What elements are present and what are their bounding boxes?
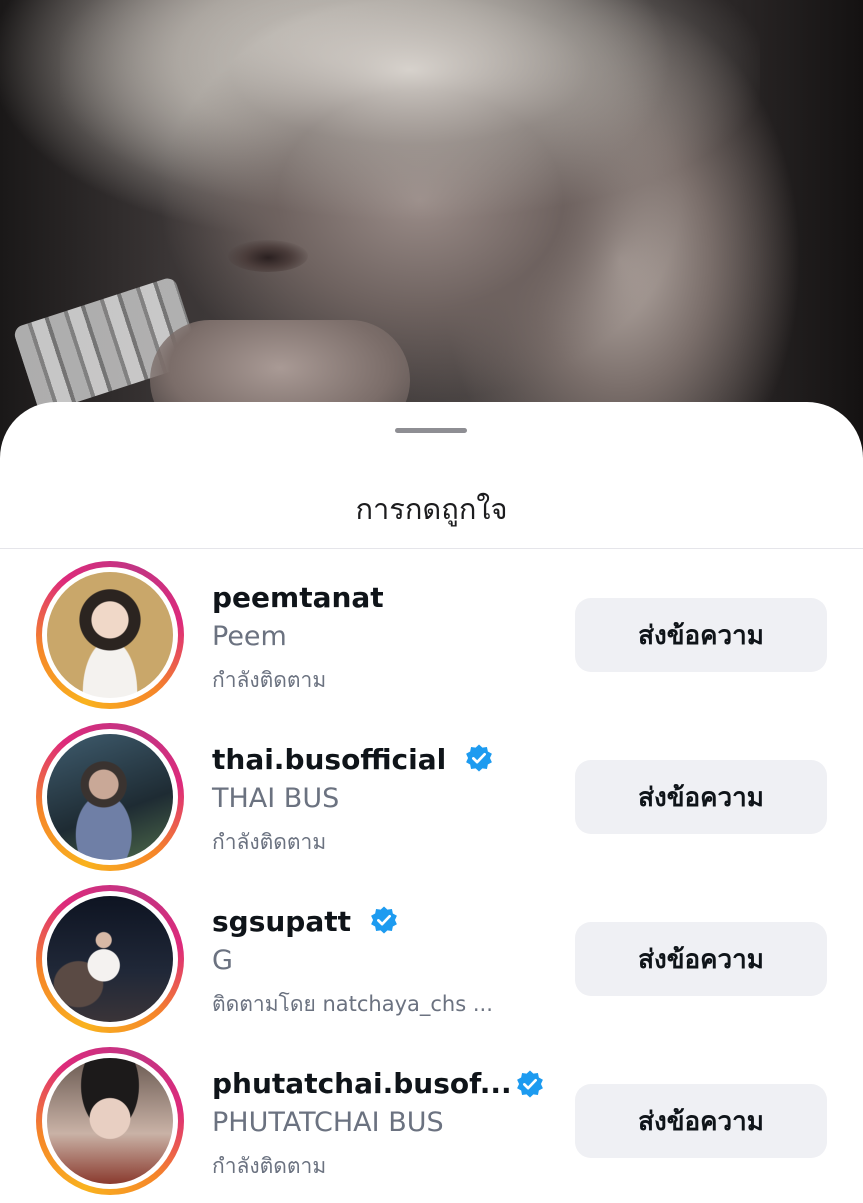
send-message-button[interactable]: ส่งข้อความ: [575, 760, 827, 834]
followed-by-text: ติดตามโดย natchaya_chs ...: [212, 992, 493, 1016]
follow-status: กำลังติดตาม: [212, 1154, 327, 1178]
follow-status: กำลังติดตาม: [212, 668, 327, 692]
follow-status: กำลังติดตาม: [212, 830, 327, 854]
photo-hair: [60, 0, 760, 240]
username[interactable]: phutatchai.busof...: [212, 1067, 512, 1100]
story-ring[interactable]: [36, 561, 184, 709]
username-container: thai.busofficial: [212, 743, 494, 776]
full-name: PHUTATCHAI BUS: [212, 1107, 444, 1138]
verified-badge-icon: [517, 1070, 543, 1098]
avatar: [47, 896, 173, 1022]
full-name: THAI BUS: [212, 783, 340, 814]
send-message-button[interactable]: ส่งข้อความ: [575, 922, 827, 996]
like-row[interactable]: sgsupatt G ติดตามโดย natchaya_chs ... ส่…: [0, 879, 863, 1041]
like-row[interactable]: thai.busofficial THAI BUS กำลังติดตาม ส่…: [0, 717, 863, 879]
like-row[interactable]: peemtanat Peem กำลังติดตาม ส่งข้อความ: [0, 555, 863, 717]
send-message-button[interactable]: ส่งข้อความ: [575, 598, 827, 672]
story-ring[interactable]: [36, 885, 184, 1033]
photo-eye: [228, 240, 308, 272]
avatar: [47, 572, 173, 698]
sheet-title: การกดถูกใจ: [355, 492, 508, 526]
likes-bottom-sheet: การกดถูกใจ peemtanat Peem กำลังติดตาม ส่…: [0, 402, 863, 1200]
username[interactable]: peemtanat: [212, 581, 384, 614]
username-container: sgsupatt: [212, 905, 399, 938]
send-message-button[interactable]: ส่งข้อความ: [575, 1084, 827, 1158]
sheet-divider: [0, 548, 863, 549]
verified-badge-icon: [466, 744, 492, 772]
full-name: Peem: [212, 621, 287, 652]
story-background-photo: [0, 0, 863, 470]
username[interactable]: thai.busofficial: [212, 743, 446, 776]
like-row[interactable]: phutatchai.busof... PHUTATCHAI BUS กำลัง…: [0, 1041, 863, 1203]
story-ring[interactable]: [36, 1047, 184, 1195]
story-ring[interactable]: [36, 723, 184, 871]
sheet-drag-handle[interactable]: [395, 428, 467, 433]
username[interactable]: sgsupatt: [212, 905, 351, 938]
verified-badge-icon: [370, 906, 397, 934]
full-name: G: [212, 945, 233, 976]
avatar: [47, 734, 173, 860]
avatar: [47, 1058, 173, 1184]
